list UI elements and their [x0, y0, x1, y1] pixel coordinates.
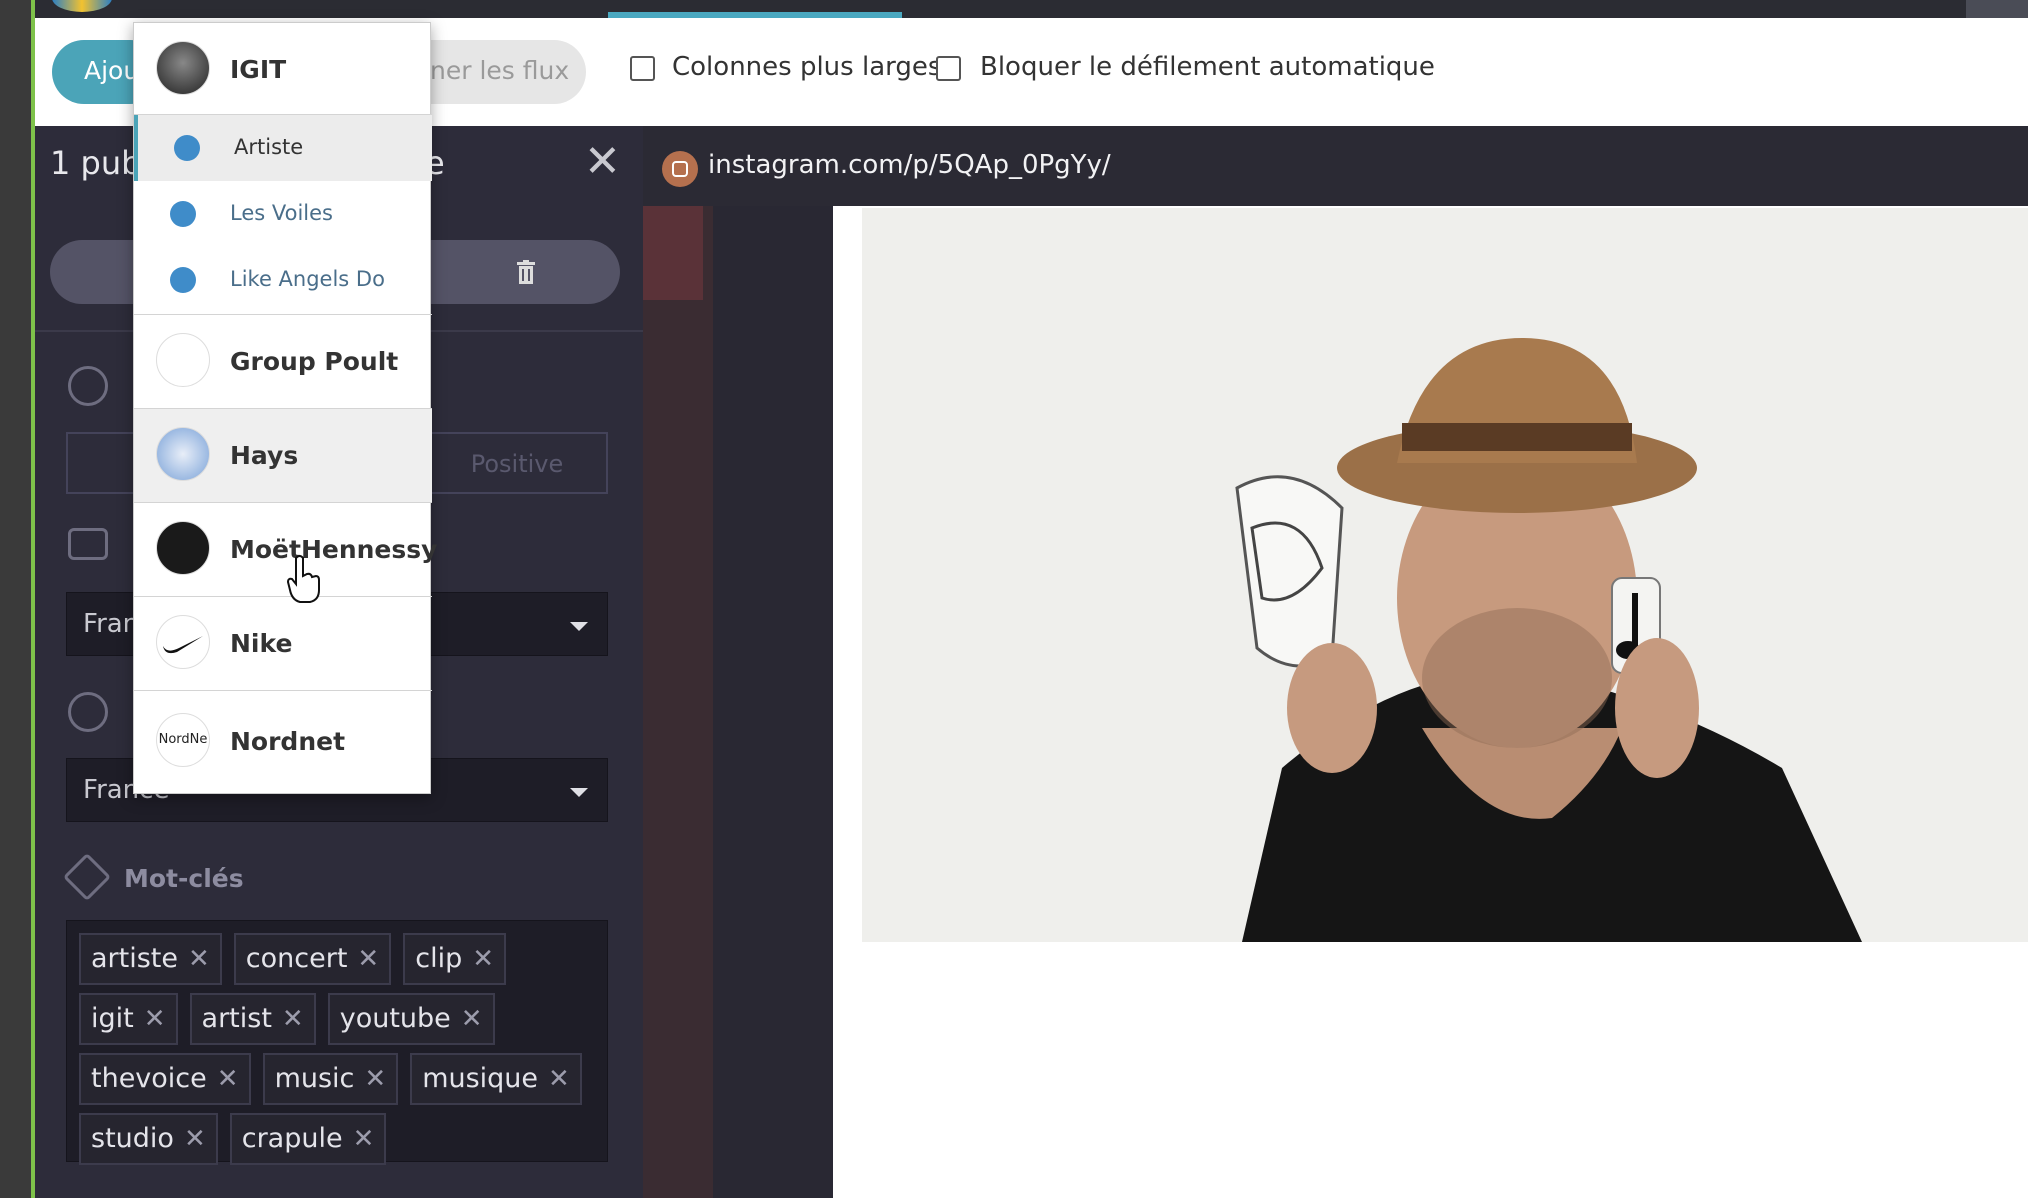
keyword-tag: youtube ✕ [327, 993, 495, 1045]
smile-icon [68, 366, 108, 406]
post-image[interactable] [862, 208, 2028, 942]
remove-tag-icon[interactable]: ✕ [548, 1064, 570, 1094]
keyword-text: clip [415, 943, 463, 974]
feed-dot-icon [170, 201, 196, 227]
account-name: Nordnet [230, 727, 346, 756]
background-card [643, 200, 703, 300]
keyword-tag: clip ✕ [403, 933, 507, 985]
feed-name: Like Angels Do [230, 267, 385, 291]
instagram-icon-glyph [672, 161, 688, 177]
keyword-text: artist [201, 1003, 272, 1034]
dropdown-item-hays[interactable]: Hays [134, 409, 432, 503]
account-name: Group Poult [230, 347, 399, 376]
keyword-text: studio [91, 1123, 174, 1154]
dropdown-subitem-like-angels-do[interactable]: Like Angels Do [134, 247, 432, 315]
dropdown-item-group-poult[interactable]: Group Poult [134, 315, 432, 409]
sentiment-positive[interactable]: Positive [428, 434, 606, 492]
remove-tag-icon[interactable]: ✕ [472, 944, 494, 974]
viewer-margin [713, 206, 833, 1198]
account-name: Nike [230, 629, 293, 658]
dropdown-subitem-les-voiles[interactable]: Les Voiles [134, 181, 432, 247]
block-scroll-checkbox[interactable] [936, 56, 961, 81]
block-scroll-label[interactable]: Bloquer le défilement automatique [980, 52, 1435, 82]
remove-tag-icon[interactable]: ✕ [353, 1124, 375, 1154]
keyword-text: youtube [339, 1003, 451, 1034]
trash-icon[interactable] [517, 260, 535, 284]
account-name: MoëtHennessy [230, 535, 438, 564]
wider-columns-checkbox[interactable] [630, 56, 655, 81]
nike-swoosh-icon [163, 636, 203, 654]
close-icon[interactable]: ✕ [584, 140, 621, 184]
keyword-tag: studio ✕ [79, 1113, 218, 1165]
group-poult-avatar [156, 333, 210, 387]
dropdown-item-igit[interactable]: IGIT [134, 23, 432, 115]
dropdown-subitem-artiste[interactable]: Artiste [134, 115, 432, 181]
remove-tag-icon[interactable]: ✕ [184, 1124, 206, 1154]
remove-tag-icon[interactable]: ✕ [217, 1064, 239, 1094]
dropdown-item-nike[interactable]: Nike [134, 597, 432, 691]
keyword-tag: artist ✕ [189, 993, 316, 1045]
chevron-down-icon[interactable] [570, 622, 588, 631]
nordnet-avatar: NordNe [156, 713, 210, 767]
keyword-text: artiste [91, 943, 178, 974]
keyword-tag: igit ✕ [79, 993, 178, 1045]
post-url-link[interactable]: instagram.com/p/5QAp_0PgYy/ [708, 150, 1111, 180]
remove-tag-icon[interactable]: ✕ [357, 944, 379, 974]
keyword-tag: crapule ✕ [229, 1113, 387, 1165]
keyword-text: concert [245, 943, 348, 974]
remove-tag-icon[interactable]: ✕ [282, 1004, 304, 1034]
feed-name: Artiste [234, 135, 304, 159]
hays-avatar [156, 427, 210, 481]
keywords-input[interactable]: artiste ✕ concert ✕ clip ✕ igit ✕ artist ✕ yo… [66, 920, 608, 1165]
feed-dot-icon [170, 267, 196, 293]
keyword-text: thevoice [91, 1063, 207, 1094]
feed-dot-icon [174, 135, 200, 161]
keyword-tag: thevoice ✕ [79, 1053, 251, 1105]
keyword-text: igit [91, 1003, 134, 1034]
moet-hennessy-avatar [156, 521, 210, 575]
igit-avatar [156, 41, 210, 95]
keyword-text: crapule [241, 1123, 343, 1154]
account-name: Hays [230, 441, 299, 470]
speech-bubble-icon [68, 528, 108, 560]
remove-tag-icon[interactable]: ✕ [188, 944, 210, 974]
remove-tag-icon[interactable]: ✕ [364, 1064, 386, 1094]
keywords-label: Mot-clés [124, 864, 244, 893]
chevron-down-icon[interactable] [570, 788, 588, 797]
panel-title: 1 pub [50, 144, 142, 182]
keyword-tag: music ✕ [262, 1053, 399, 1105]
globe-icon [68, 692, 108, 732]
keyword-text: musique [422, 1063, 539, 1094]
remove-tag-icon[interactable]: ✕ [461, 1004, 483, 1034]
dropdown-item-nordnet[interactable]: NordNe Nordnet [134, 691, 432, 795]
account-dropdown: IGIT Artiste Les Voiles Like Angels Do G… [133, 22, 437, 795]
left-edge [0, 0, 31, 1198]
dropdown-item-moet-hennessy[interactable]: MoëtHennessy [134, 503, 437, 597]
top-right-control[interactable] [1966, 0, 2028, 18]
keyword-tag: concert ✕ [233, 933, 392, 985]
top-header [35, 0, 2028, 18]
feed-name: Les Voiles [230, 201, 333, 225]
remove-tag-icon[interactable]: ✕ [144, 1004, 166, 1034]
account-name: IGIT [230, 55, 287, 84]
wider-columns-label[interactable]: Colonnes plus larges [672, 52, 941, 82]
hand-cursor-icon [286, 555, 320, 603]
keyword-tag: musique ✕ [410, 1053, 582, 1105]
keyword-text: music [274, 1063, 355, 1094]
keyword-tag: artiste ✕ [79, 933, 222, 985]
nike-avatar [156, 615, 210, 669]
